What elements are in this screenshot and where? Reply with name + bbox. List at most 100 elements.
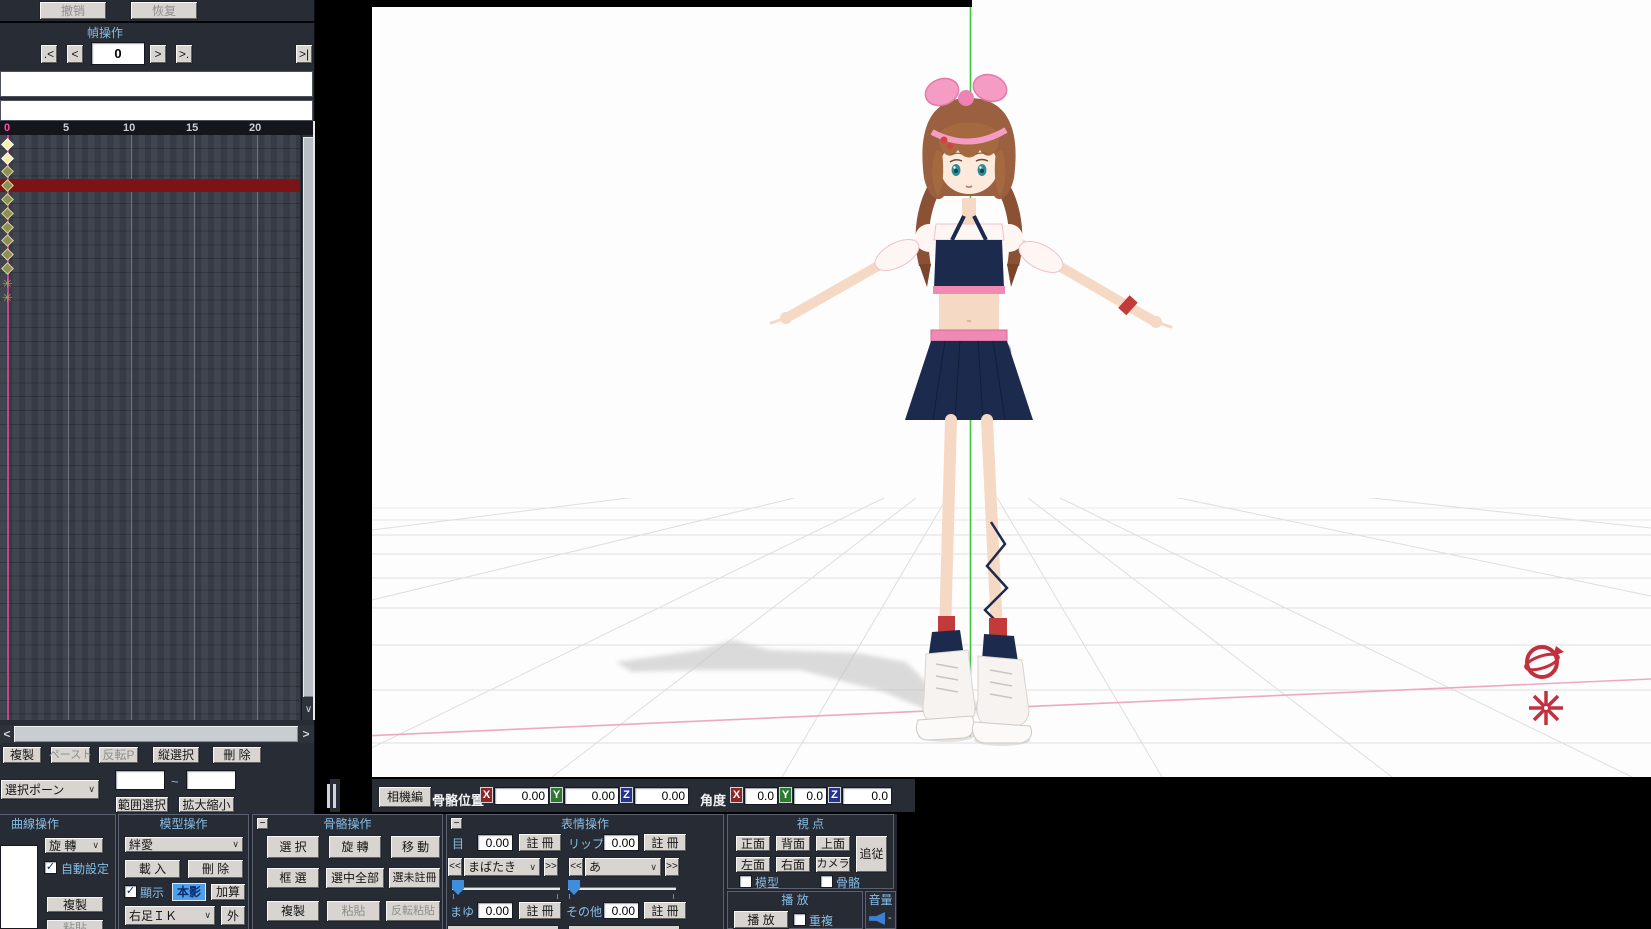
redo-button[interactable]: 恢复 [130, 1, 198, 20]
volume-minus-icon[interactable]: - [888, 912, 892, 924]
delete-button[interactable]: 刪 除 [212, 746, 262, 764]
copy-button[interactable]: 複製 [2, 746, 42, 764]
rot-z-field[interactable]: 0.0 [842, 787, 892, 805]
range-select-button[interactable]: 範囲選択 [115, 796, 169, 813]
keyframe-diamond[interactable] [1, 248, 14, 261]
scroll-right-icon[interactable]: > [299, 725, 313, 743]
bone-select-button[interactable]: 選 択 [266, 835, 320, 859]
view-front-button[interactable]: 正面 [735, 835, 771, 852]
eye-morph-dropdown[interactable]: まばたき ∨ [463, 857, 541, 877]
zoom-select-button[interactable]: 拡大縮小 [178, 796, 235, 813]
curve-paste-button[interactable]: 粘貼 [46, 919, 104, 929]
bone-rotate-button[interactable]: 旋 轉 [328, 835, 382, 859]
keyframe-diamond[interactable] [1, 207, 14, 220]
brow-value-field[interactable]: 0.00 [477, 902, 513, 919]
bone-select-dropdown[interactable]: 選択ポーン ∨ [0, 779, 100, 800]
curve-copy-button[interactable]: 複製 [46, 896, 104, 913]
keyframe-diamond[interactable] [1, 262, 14, 275]
frame-number-input[interactable]: 0 [91, 42, 145, 65]
lip-morph-dropdown[interactable]: あ ∨ [584, 857, 662, 877]
outer-button[interactable]: 外 [220, 905, 246, 926]
horizontal-scrollbar[interactable]: < > [0, 725, 314, 743]
keyframe-grid[interactable]: ✳ ✳ [0, 135, 300, 720]
brow-register-button[interactable]: 註 冊 [518, 901, 562, 920]
model-delete-button[interactable]: 刪 除 [187, 859, 244, 879]
view-left-button[interactable]: 左面 [735, 856, 771, 873]
self-shadow-toggle[interactable]: 本影 [172, 883, 206, 901]
view-follow-button[interactable]: 追従 [855, 835, 888, 873]
eye-morph-prev-button[interactable]: << [447, 857, 463, 877]
bone-box-select-button[interactable]: 框 選 [266, 867, 320, 889]
bone-paste-button[interactable]: 粘貼 [326, 900, 381, 922]
lip-register-button[interactable]: 註 冊 [643, 833, 687, 852]
paste-button[interactable]: ペースト [50, 746, 91, 764]
undo-button[interactable]: 撤销 [39, 1, 107, 20]
bone-move-button[interactable]: 移 動 [390, 835, 441, 859]
display-checkbox[interactable]: ✓ [124, 885, 137, 898]
play-button[interactable]: 播 放 [733, 910, 789, 929]
auto-set-checkbox[interactable]: ✓ [44, 861, 57, 874]
keyframe-burst[interactable]: ✳ [2, 291, 13, 304]
flip-paste-button[interactable]: 反転P [98, 746, 139, 764]
camera-edit-button[interactable]: 相機編 [378, 786, 432, 808]
lip-morph-prev-button[interactable]: << [568, 857, 584, 877]
pos-x-field[interactable]: 0.00 [494, 787, 549, 805]
eye-value-field[interactable]: 0.00 [477, 834, 513, 851]
eye-morph-next-button[interactable]: >> [543, 857, 559, 877]
keyframe-burst[interactable]: ✳ [2, 277, 13, 290]
bone-flip-paste-button[interactable]: 反転粘貼 [385, 900, 441, 922]
rot-x-field[interactable]: 0.0 [744, 787, 778, 805]
keyframe-diamond[interactable] [1, 152, 14, 165]
slider-tick [557, 894, 558, 899]
keyframe-diamond[interactable] [1, 221, 14, 234]
keyframe-diamond[interactable] [1, 165, 14, 178]
other-register-button[interactable]: 註 冊 [643, 901, 687, 920]
frame-nextstep-button[interactable]: >. [175, 44, 193, 64]
view-top-button[interactable]: 上面 [815, 835, 851, 852]
keyframe-diamond[interactable] [1, 234, 14, 247]
column-select-button[interactable]: 縦選択 [152, 746, 200, 764]
keyframe-diamond[interactable] [1, 138, 14, 151]
other-morph-dropdown-partial[interactable] [568, 925, 680, 929]
range-from-input[interactable] [115, 770, 165, 790]
view-camera-button[interactable]: カメラ [815, 856, 851, 873]
repeat-checkbox[interactable] [793, 913, 806, 926]
eye-register-button[interactable]: 註 冊 [518, 833, 562, 852]
drag-grip[interactable] [333, 784, 336, 808]
timeline-ruler[interactable]: 0 5 10 15 20 [0, 121, 313, 135]
lip-morph-slider[interactable] [568, 887, 676, 890]
model-view-checkbox[interactable] [739, 875, 752, 888]
lip-morph-next-button[interactable]: >> [664, 857, 680, 877]
range-to-input[interactable] [186, 770, 236, 790]
viewport-3d[interactable] [315, 0, 1651, 777]
frame-next-button[interactable]: > [149, 44, 167, 64]
horizontal-scrollbar-thumb[interactable] [14, 726, 298, 742]
bone-ik-dropdown[interactable]: 右足ＩＫ ∨ [124, 905, 216, 926]
view-back-button[interactable]: 背面 [775, 835, 811, 852]
drag-grip[interactable] [327, 784, 330, 808]
bone-select-unregistered-button[interactable]: 選未註冊 [388, 867, 441, 889]
pos-z-field[interactable]: 0.00 [634, 787, 689, 805]
keyframe-diamond[interactable] [1, 193, 14, 206]
rot-y-field[interactable]: 0.0 [793, 787, 827, 805]
frame-first-button[interactable]: .< [40, 44, 58, 64]
brow-morph-dropdown-partial[interactable] [447, 925, 559, 929]
additive-button[interactable]: 加算 [210, 883, 246, 901]
view-right-button[interactable]: 右面 [775, 856, 811, 873]
pos-y-field[interactable]: 0.00 [564, 787, 619, 805]
bone-copy-button[interactable]: 複製 [266, 900, 320, 922]
rotate-gizmo-icon[interactable] [1524, 646, 1564, 677]
frame-last-button[interactable]: >| [295, 44, 313, 64]
model-load-button[interactable]: 載 入 [124, 859, 181, 879]
model-select-dropdown[interactable]: 絆愛 ∨ [124, 836, 244, 853]
curve-rotate-dropdown[interactable]: 旋 轉 ∨ [44, 837, 104, 854]
interpolation-curve-box[interactable] [0, 845, 38, 929]
move-gizmo-icon[interactable] [1529, 691, 1563, 725]
lip-value-field[interactable]: 0.00 [603, 834, 639, 851]
bone-view-checkbox[interactable] [820, 875, 833, 888]
other-value-field[interactable]: 0.00 [603, 902, 639, 919]
eye-morph-slider[interactable] [452, 887, 560, 890]
frame-prev-button[interactable]: < [66, 44, 84, 64]
bone-select-all-button[interactable]: 選中全部 [325, 867, 385, 889]
scroll-left-icon[interactable]: < [0, 725, 14, 743]
